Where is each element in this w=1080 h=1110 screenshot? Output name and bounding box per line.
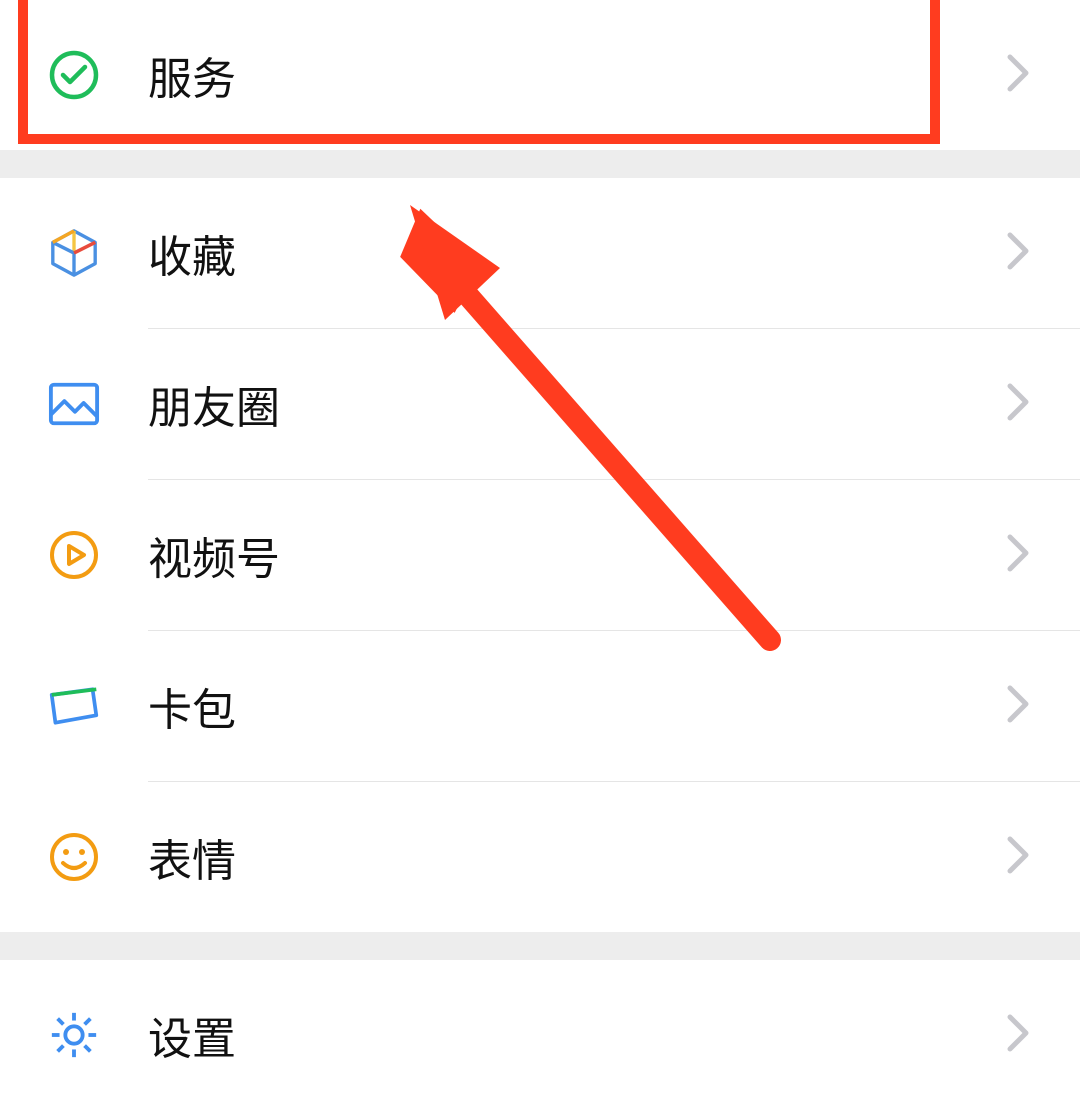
chevron-right-icon — [1004, 682, 1032, 731]
smile-icon — [48, 831, 100, 883]
menu-group-2: 收藏 朋友圈 视频号 — [0, 178, 1080, 932]
menu-item-moments[interactable]: 朋友圈 — [0, 329, 1080, 479]
chevron-right-icon — [1004, 229, 1032, 278]
card-icon — [48, 680, 100, 732]
menu-item-label: 服务 — [148, 43, 1004, 107]
chevron-right-icon — [1004, 833, 1032, 882]
chevron-right-icon — [1004, 51, 1032, 100]
menu-item-channels[interactable]: 视频号 — [0, 480, 1080, 630]
wechat-pay-icon — [48, 49, 100, 101]
gear-icon — [48, 1009, 100, 1061]
cube-icon — [48, 227, 100, 279]
menu-item-services[interactable]: 服务 — [0, 0, 1080, 150]
section-gap — [0, 932, 1080, 960]
menu-item-label: 卡包 — [148, 674, 1004, 738]
menu-item-stickers[interactable]: 表情 — [0, 782, 1080, 932]
menu-item-label: 朋友圈 — [148, 372, 1004, 436]
chevron-right-icon — [1004, 380, 1032, 429]
chevron-right-icon — [1004, 1011, 1032, 1060]
menu-group-1: 服务 — [0, 0, 1080, 150]
menu-item-label: 视频号 — [148, 523, 1004, 587]
menu-group-3: 设置 — [0, 960, 1080, 1110]
section-gap — [0, 150, 1080, 178]
chevron-right-icon — [1004, 531, 1032, 580]
menu-item-cards[interactable]: 卡包 — [0, 631, 1080, 781]
image-icon — [48, 378, 100, 430]
play-icon — [48, 529, 100, 581]
menu-item-label: 表情 — [148, 825, 1004, 889]
menu-item-label: 收藏 — [148, 221, 1004, 285]
menu-item-label: 设置 — [148, 1003, 1004, 1067]
menu-item-settings[interactable]: 设置 — [0, 960, 1080, 1110]
menu-item-favorites[interactable]: 收藏 — [0, 178, 1080, 328]
